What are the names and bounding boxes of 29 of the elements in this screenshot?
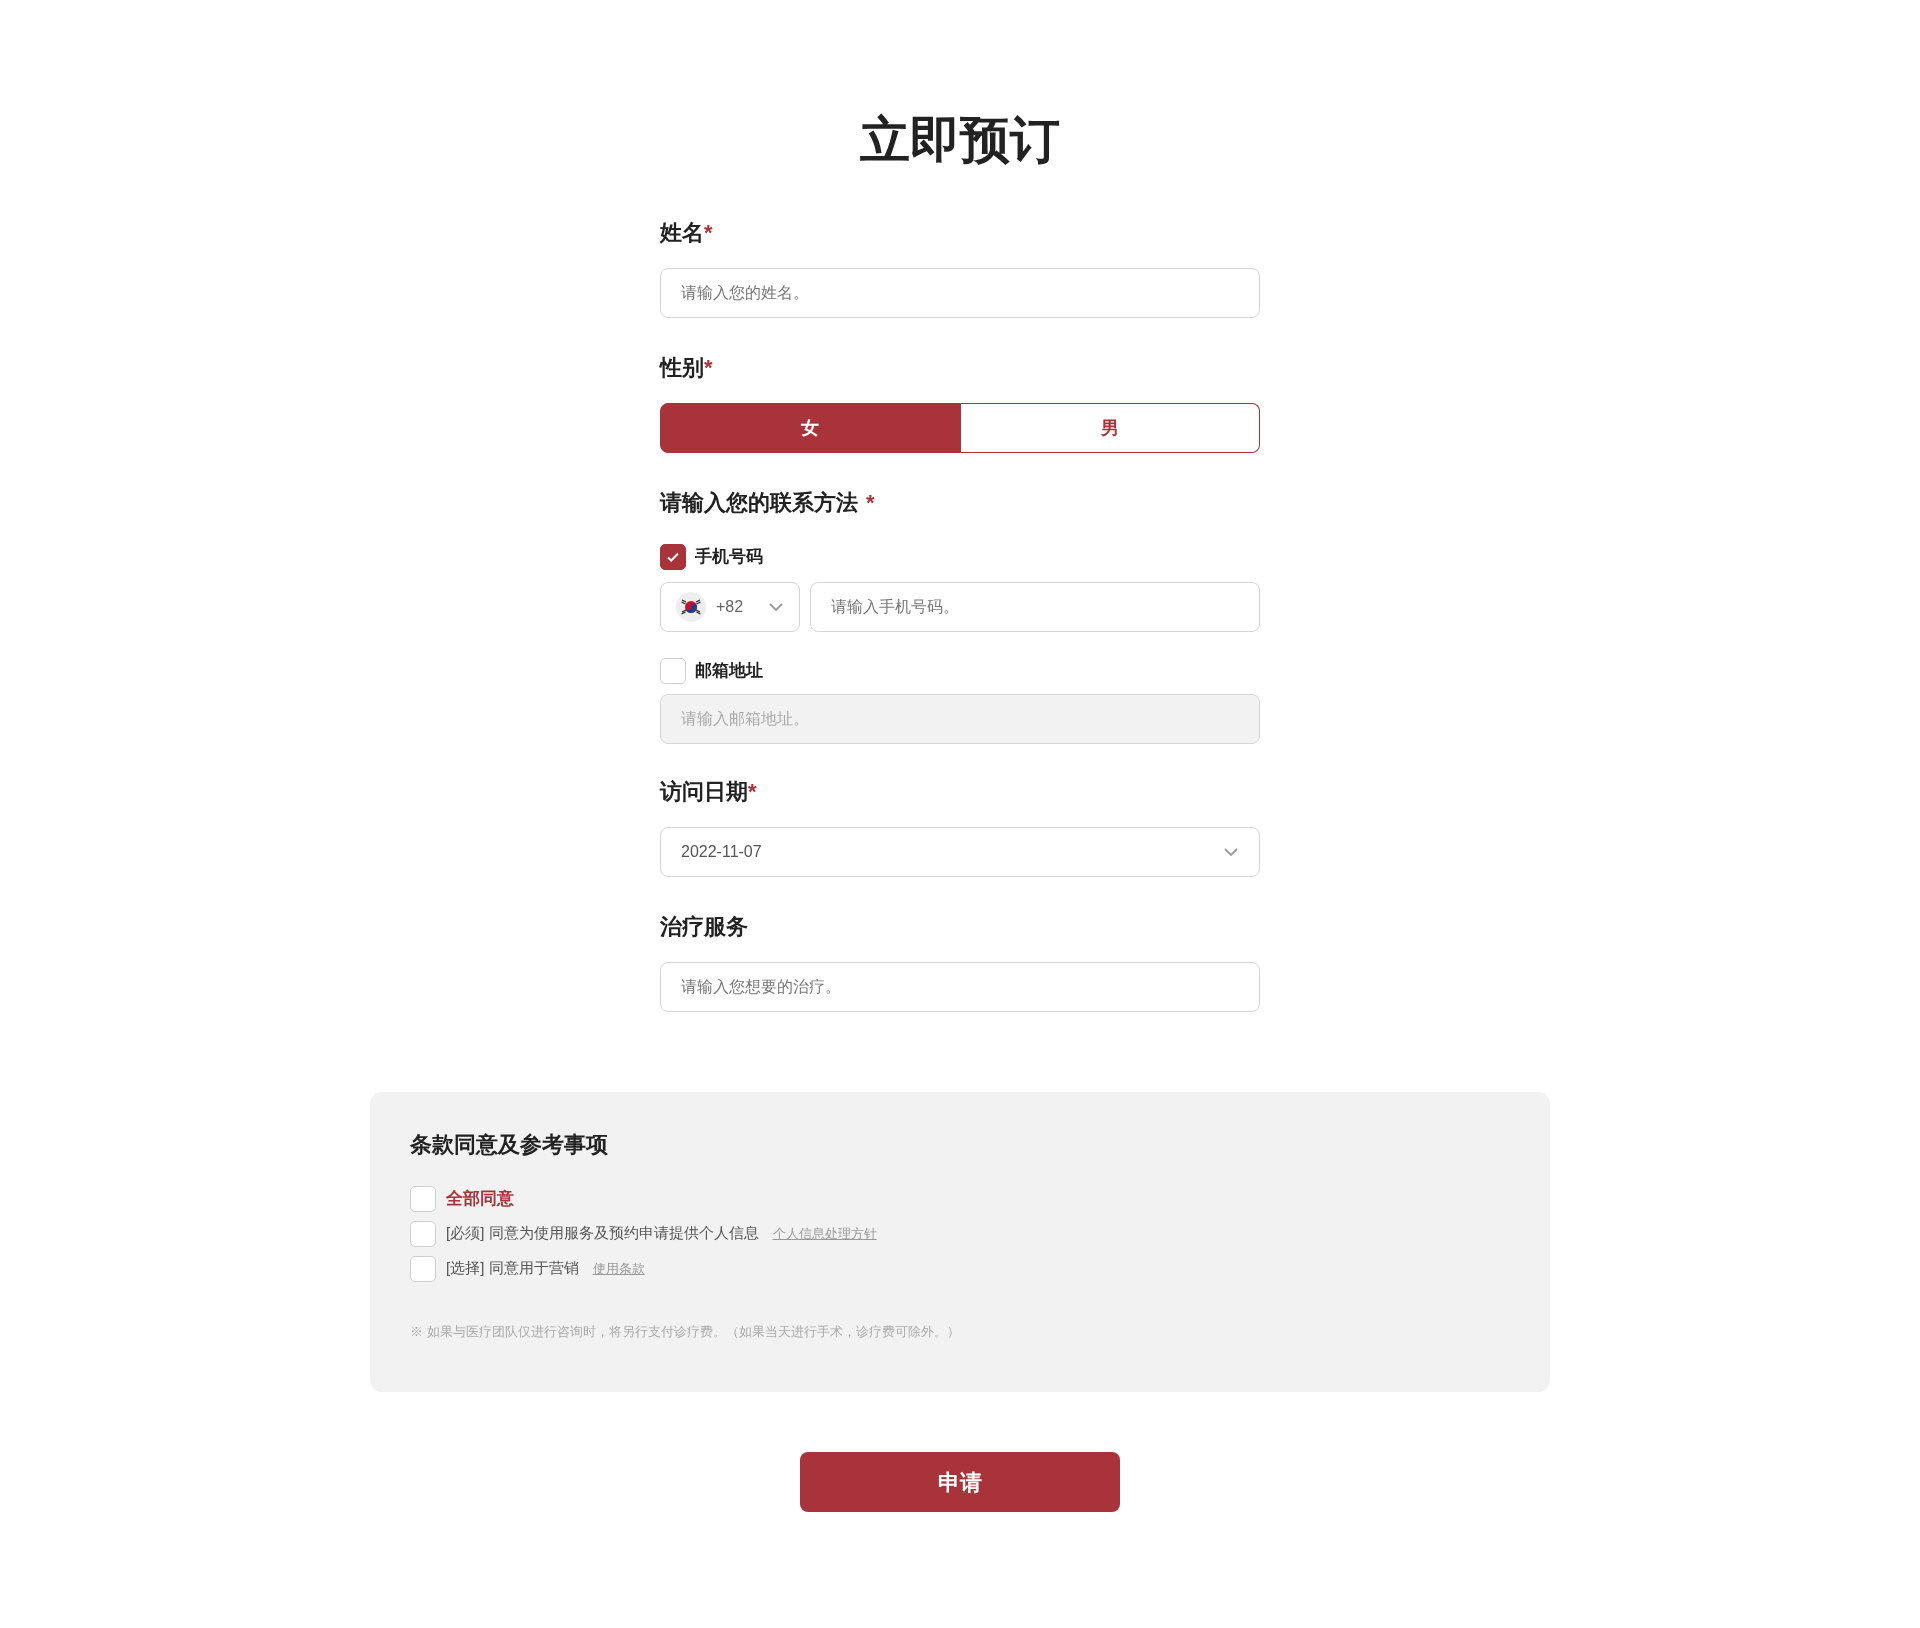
country-code-select[interactable]: +82 bbox=[660, 582, 800, 632]
required-asterisk: * bbox=[704, 219, 713, 247]
consent-label: [必须] 同意为使用服务及预约申请提供个人信息 bbox=[446, 1223, 759, 1244]
field-label: 姓名 bbox=[660, 219, 704, 247]
date-select[interactable]: 2022-11-07 bbox=[660, 827, 1260, 877]
submit-button[interactable]: 申请 bbox=[800, 1452, 1120, 1512]
field-label: 治疗服务 bbox=[660, 913, 748, 941]
chevron-down-icon bbox=[1223, 847, 1239, 857]
field-label: 访问日期 bbox=[660, 778, 748, 806]
gender-option[interactable]: 男 bbox=[960, 403, 1260, 453]
option-label: 邮箱地址 bbox=[695, 660, 763, 683]
required-asterisk: * bbox=[704, 354, 713, 382]
terms-title: 条款同意及参考事项 bbox=[410, 1131, 609, 1159]
page-title: 立即预订 bbox=[860, 111, 1060, 170]
flag-icon bbox=[676, 592, 706, 622]
required-asterisk: * bbox=[748, 778, 757, 806]
treatment-field[interactable]: 请输入您想要的治疗。 bbox=[660, 962, 1260, 1012]
checkbox[interactable] bbox=[660, 544, 686, 570]
agree-all-label: 全部同意 bbox=[446, 1187, 514, 1210]
fee-note: ※ 如果与医疗团队仅进行咨询时，将另行支付诊疗费。（如果当天进行手术，诊疗费可除外。） bbox=[410, 1323, 961, 1341]
name-field[interactable]: 请输入您的姓名。 bbox=[660, 268, 1260, 318]
consent-label: [选择] 同意用于营销 bbox=[446, 1258, 579, 1279]
option-label: 手机号码 bbox=[695, 546, 763, 569]
gender-option[interactable]: 女 bbox=[660, 403, 961, 453]
field-label: 性别 bbox=[660, 354, 704, 382]
field-label: 请输入您的联系方法 bbox=[660, 489, 858, 517]
required-asterisk: * bbox=[866, 489, 875, 517]
chevron-down-icon bbox=[768, 602, 784, 612]
phone-field[interactable]: 请输入手机号码。 bbox=[810, 582, 1260, 632]
